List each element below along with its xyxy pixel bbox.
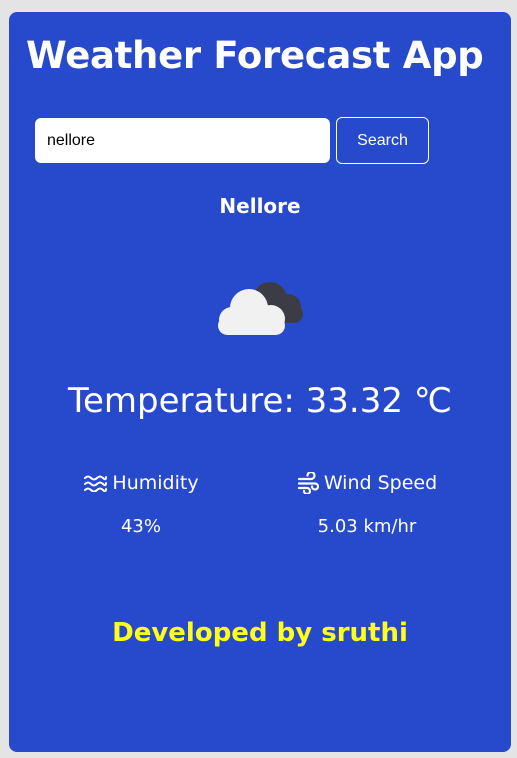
water-waves-icon: [84, 475, 108, 492]
search-row: Search: [35, 117, 429, 164]
cloud-icon: [218, 282, 303, 335]
search-button[interactable]: Search: [336, 117, 429, 164]
wind-speed-label: Wind Speed: [323, 472, 438, 494]
weather-card: Weather Forecast App Search Nellore Temp…: [9, 12, 511, 752]
humidity-value: 43%: [120, 516, 161, 537]
city-name: Nellore: [219, 194, 301, 218]
city-search-input[interactable]: [35, 118, 330, 163]
wind-speed-stat: Wind Speed 5.03 km/hr: [287, 470, 447, 539]
humidity-label: Humidity: [112, 472, 199, 494]
temperature-text: Temperature: 33.32 ℃: [68, 381, 452, 421]
app-title: Weather Forecast App: [26, 34, 484, 77]
wind-icon: [297, 472, 319, 494]
wind-speed-label-row: Wind Speed: [287, 470, 447, 496]
developer-credit: Developed by sruthi: [112, 618, 408, 648]
wind-speed-value: 5.03 km/hr: [317, 516, 417, 537]
humidity-label-row: Humidity: [71, 470, 211, 496]
humidity-stat: Humidity 43%: [71, 470, 211, 539]
